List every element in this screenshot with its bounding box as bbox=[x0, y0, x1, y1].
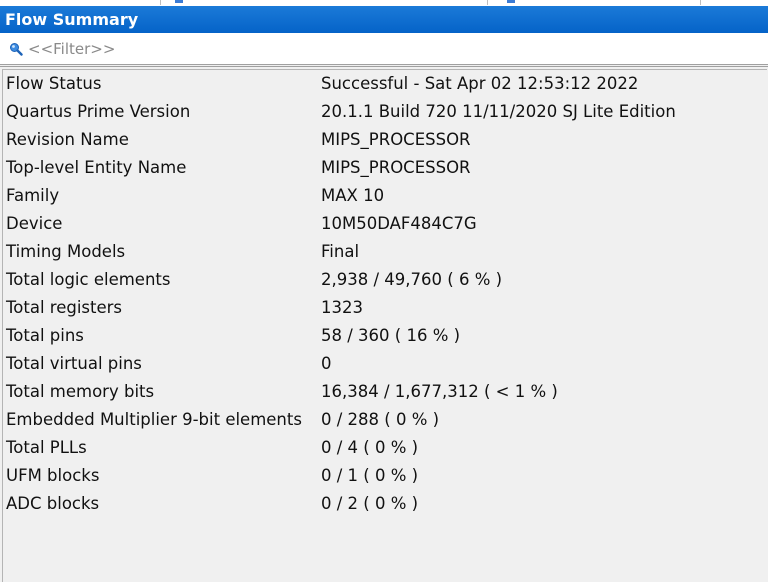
row-value: 0 / 288 ( 0 % ) bbox=[321, 410, 440, 429]
table-row[interactable]: Total memory bits 16,384 / 1,677,312 ( <… bbox=[3, 378, 767, 406]
row-key: Flow Status bbox=[6, 74, 102, 93]
row-value: MIPS_PROCESSOR bbox=[321, 158, 471, 177]
row-value: Successful - Sat Apr 02 12:53:12 2022 bbox=[321, 74, 639, 93]
table-row[interactable]: Total virtual pins 0 bbox=[3, 350, 767, 378]
row-key: Total virtual pins bbox=[6, 354, 142, 373]
table-row[interactable]: Revision Name MIPS_PROCESSOR bbox=[3, 126, 767, 154]
filter-bar bbox=[0, 33, 768, 65]
row-key: Device bbox=[6, 214, 63, 233]
tab-edge bbox=[487, 0, 488, 5]
summary-table: Flow Status Successful - Sat Apr 02 12:5… bbox=[0, 66, 768, 582]
table-row[interactable]: ADC blocks 0 / 2 ( 0 % ) bbox=[3, 490, 767, 518]
row-key: Quartus Prime Version bbox=[6, 102, 191, 121]
row-key: Total PLLs bbox=[6, 438, 87, 457]
table-row[interactable]: Family MAX 10 bbox=[3, 182, 767, 210]
search-icon bbox=[10, 43, 23, 56]
table-row[interactable]: Total PLLs 0 / 4 ( 0 % ) bbox=[3, 434, 767, 462]
table-row[interactable]: Flow Status Successful - Sat Apr 02 12:5… bbox=[3, 70, 767, 98]
table-row[interactable]: Embedded Multiplier 9-bit elements 0 / 2… bbox=[3, 406, 767, 434]
row-key: Embedded Multiplier 9-bit elements bbox=[6, 410, 302, 429]
table-row[interactable]: UFM blocks 0 / 1 ( 0 % ) bbox=[3, 462, 767, 490]
row-key: ADC blocks bbox=[6, 494, 100, 513]
flow-summary-window: Flow Summary Flow Status Successful - Sa… bbox=[0, 0, 768, 582]
row-value: 1323 bbox=[321, 298, 363, 317]
row-key: UFM blocks bbox=[6, 466, 100, 485]
filter-input[interactable] bbox=[28, 37, 748, 61]
row-value: 20.1.1 Build 720 11/11/2020 SJ Lite Edit… bbox=[321, 102, 676, 121]
tab-icon-fragment bbox=[175, 0, 183, 3]
row-value: 0 / 2 ( 0 % ) bbox=[321, 494, 419, 513]
table-row[interactable]: Quartus Prime Version 20.1.1 Build 720 1… bbox=[3, 98, 767, 126]
row-key: Family bbox=[6, 186, 60, 205]
summary-table-body: Flow Status Successful - Sat Apr 02 12:5… bbox=[2, 69, 767, 582]
row-value: 58 / 360 ( 16 % ) bbox=[321, 326, 461, 345]
row-key: Total pins bbox=[6, 326, 84, 345]
tab-edge bbox=[160, 0, 161, 5]
row-key: Revision Name bbox=[6, 130, 129, 149]
table-row[interactable]: Total registers 1323 bbox=[3, 294, 767, 322]
row-value: 2,938 / 49,760 ( 6 % ) bbox=[321, 270, 503, 289]
tab-icon-fragment bbox=[507, 0, 515, 3]
row-value: MIPS_PROCESSOR bbox=[321, 130, 471, 149]
table-row[interactable]: Total logic elements 2,938 / 49,760 ( 6 … bbox=[3, 266, 767, 294]
row-value: 0 / 4 ( 0 % ) bbox=[321, 438, 419, 457]
panel-title: Flow Summary bbox=[0, 6, 768, 33]
row-value: 0 bbox=[321, 354, 332, 373]
row-key: Total memory bits bbox=[6, 382, 155, 401]
row-key: Timing Models bbox=[6, 242, 126, 261]
row-value: 10M50DAF484C7G bbox=[321, 214, 477, 233]
table-row[interactable]: Device 10M50DAF484C7G bbox=[3, 210, 767, 238]
table-row[interactable]: Top-level Entity Name MIPS_PROCESSOR bbox=[3, 154, 767, 182]
row-value: MAX 10 bbox=[321, 186, 385, 205]
table-row[interactable]: Timing Models Final bbox=[3, 238, 767, 266]
row-value: 0 / 1 ( 0 % ) bbox=[321, 466, 419, 485]
row-key: Total logic elements bbox=[6, 270, 171, 289]
tab-edge bbox=[700, 0, 701, 5]
row-key: Top-level Entity Name bbox=[6, 158, 187, 177]
row-value: Final bbox=[321, 242, 360, 261]
row-value: 16,384 / 1,677,312 ( < 1 % ) bbox=[321, 382, 558, 401]
row-key: Total registers bbox=[6, 298, 123, 317]
table-row[interactable]: Total pins 58 / 360 ( 16 % ) bbox=[3, 322, 767, 350]
